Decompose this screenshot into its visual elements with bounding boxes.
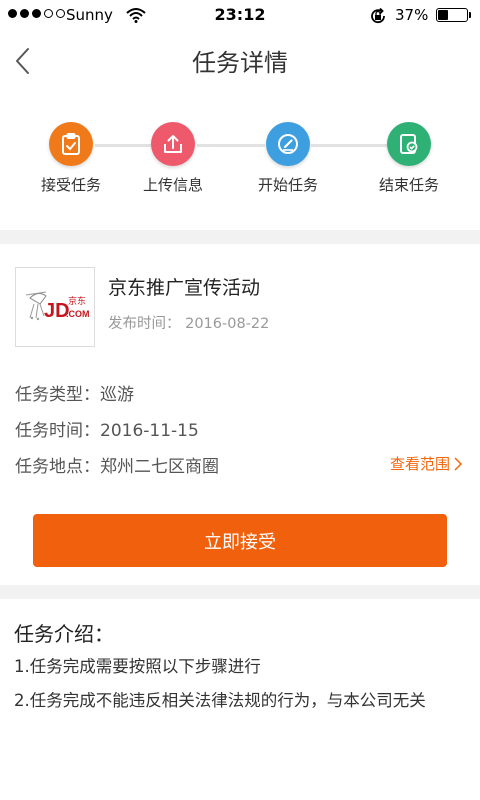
publish-time: 发布时间： 2016-08-22 (108, 312, 269, 333)
chevron-right-icon (454, 456, 463, 471)
intro-item: 1.任务完成需要按照以下步骤进行 (14, 657, 261, 676)
upload-icon (164, 135, 182, 153)
step-connector (197, 144, 265, 147)
step-start (266, 122, 310, 166)
accept-button[interactable]: 立即接受 (33, 514, 447, 567)
publish-date: 2016-08-22 (185, 316, 270, 332)
step-label: 接受任务 (40, 176, 101, 194)
step-finish (387, 122, 431, 166)
section-divider (0, 585, 480, 599)
step-connector (95, 144, 151, 147)
step-upload (151, 122, 195, 166)
brand-logo: JD 京东 .COM (15, 267, 95, 347)
section-divider (0, 230, 480, 244)
status-bar: Sunny 23:12 37% (0, 0, 480, 30)
nav-bar: 任务详情 (0, 30, 480, 93)
task-time-value: 2016-11-15 (100, 421, 199, 441)
clipboard-check-icon (62, 133, 80, 155)
publish-label: 发布时间： (108, 316, 181, 332)
intro-item: 2.任务完成不能违反相关法律法规的行为，与本公司无关 (14, 691, 426, 710)
check-card-icon (400, 134, 418, 154)
task-type-label: 任务类型： (15, 385, 100, 405)
step-label: 上传信息 (142, 176, 203, 194)
battery-percent: 37% (395, 6, 429, 24)
step-accept (49, 122, 93, 166)
rotation-lock-icon (369, 7, 387, 29)
task-time-label: 任务时间： (15, 421, 100, 441)
logo-cn-text: 京东 (68, 295, 86, 307)
task-location-value: 郑州二七区商圈 (100, 457, 219, 477)
jd-logo-icon: JD 京东 .COM (25, 291, 90, 322)
pen-icon (278, 134, 298, 154)
task-location-label: 任务地点： (15, 457, 100, 477)
task-type-value: 巡游 (100, 385, 134, 405)
logo-com-text: .COM (66, 309, 90, 319)
task-type-row: 任务类型：巡游 (15, 380, 134, 405)
intro-title: 任务介绍： (14, 622, 114, 646)
task-location-row: 任务地点：郑州二七区商圈 (15, 452, 219, 477)
battery-icon (436, 8, 468, 22)
task-time-row: 任务时间：2016-11-15 (15, 416, 199, 441)
battery-tip (469, 12, 471, 18)
step-label: 结束任务 (378, 176, 439, 194)
task-name: 京东推广宣传活动 (108, 277, 261, 299)
view-range-link[interactable]: 查看范围 (390, 453, 463, 474)
view-range-label: 查看范围 (390, 455, 451, 473)
step-connector (311, 144, 387, 147)
step-label: 开始任务 (257, 176, 318, 194)
progress-steps: 接受任务 上传信息 开始任务 结束任务 (0, 92, 480, 230)
page-title: 任务详情 (192, 49, 288, 77)
